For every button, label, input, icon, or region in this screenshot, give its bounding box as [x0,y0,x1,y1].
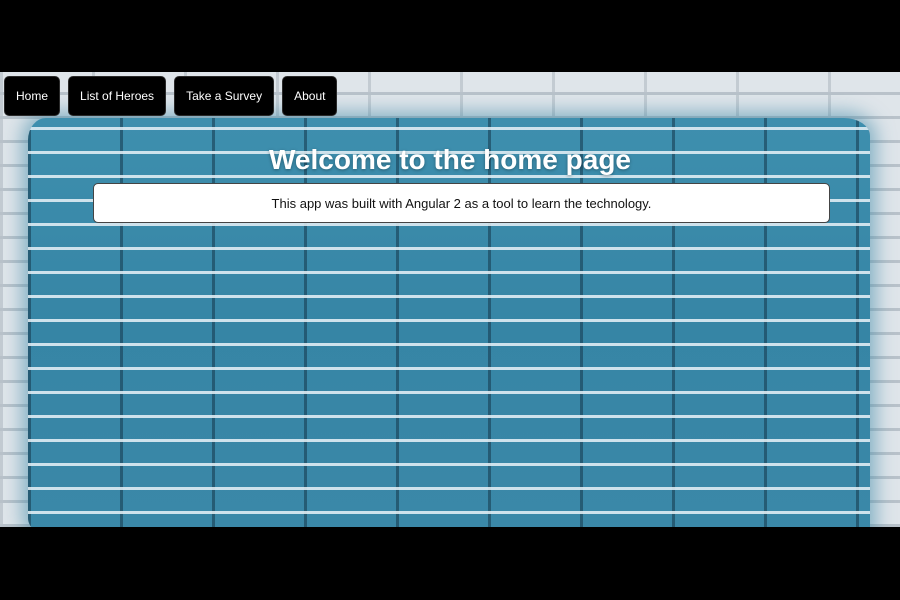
nav-list-of-heroes-button[interactable]: List of Heroes [68,76,167,116]
nav-take-a-survey-button[interactable]: Take a Survey [174,76,275,116]
top-nav: Home List of Heroes Take a Survey About [4,76,338,116]
blue-painted-bricks [28,118,870,527]
nav-home-button[interactable]: Home [4,76,61,116]
app-viewport: Home List of Heroes Take a Survey About … [0,72,900,527]
intro-card: This app was built with Angular 2 as a t… [93,183,830,223]
intro-text: This app was built with Angular 2 as a t… [271,195,652,211]
nav-about-button[interactable]: About [282,76,338,116]
page-title: Welcome to the home page [269,144,631,175]
